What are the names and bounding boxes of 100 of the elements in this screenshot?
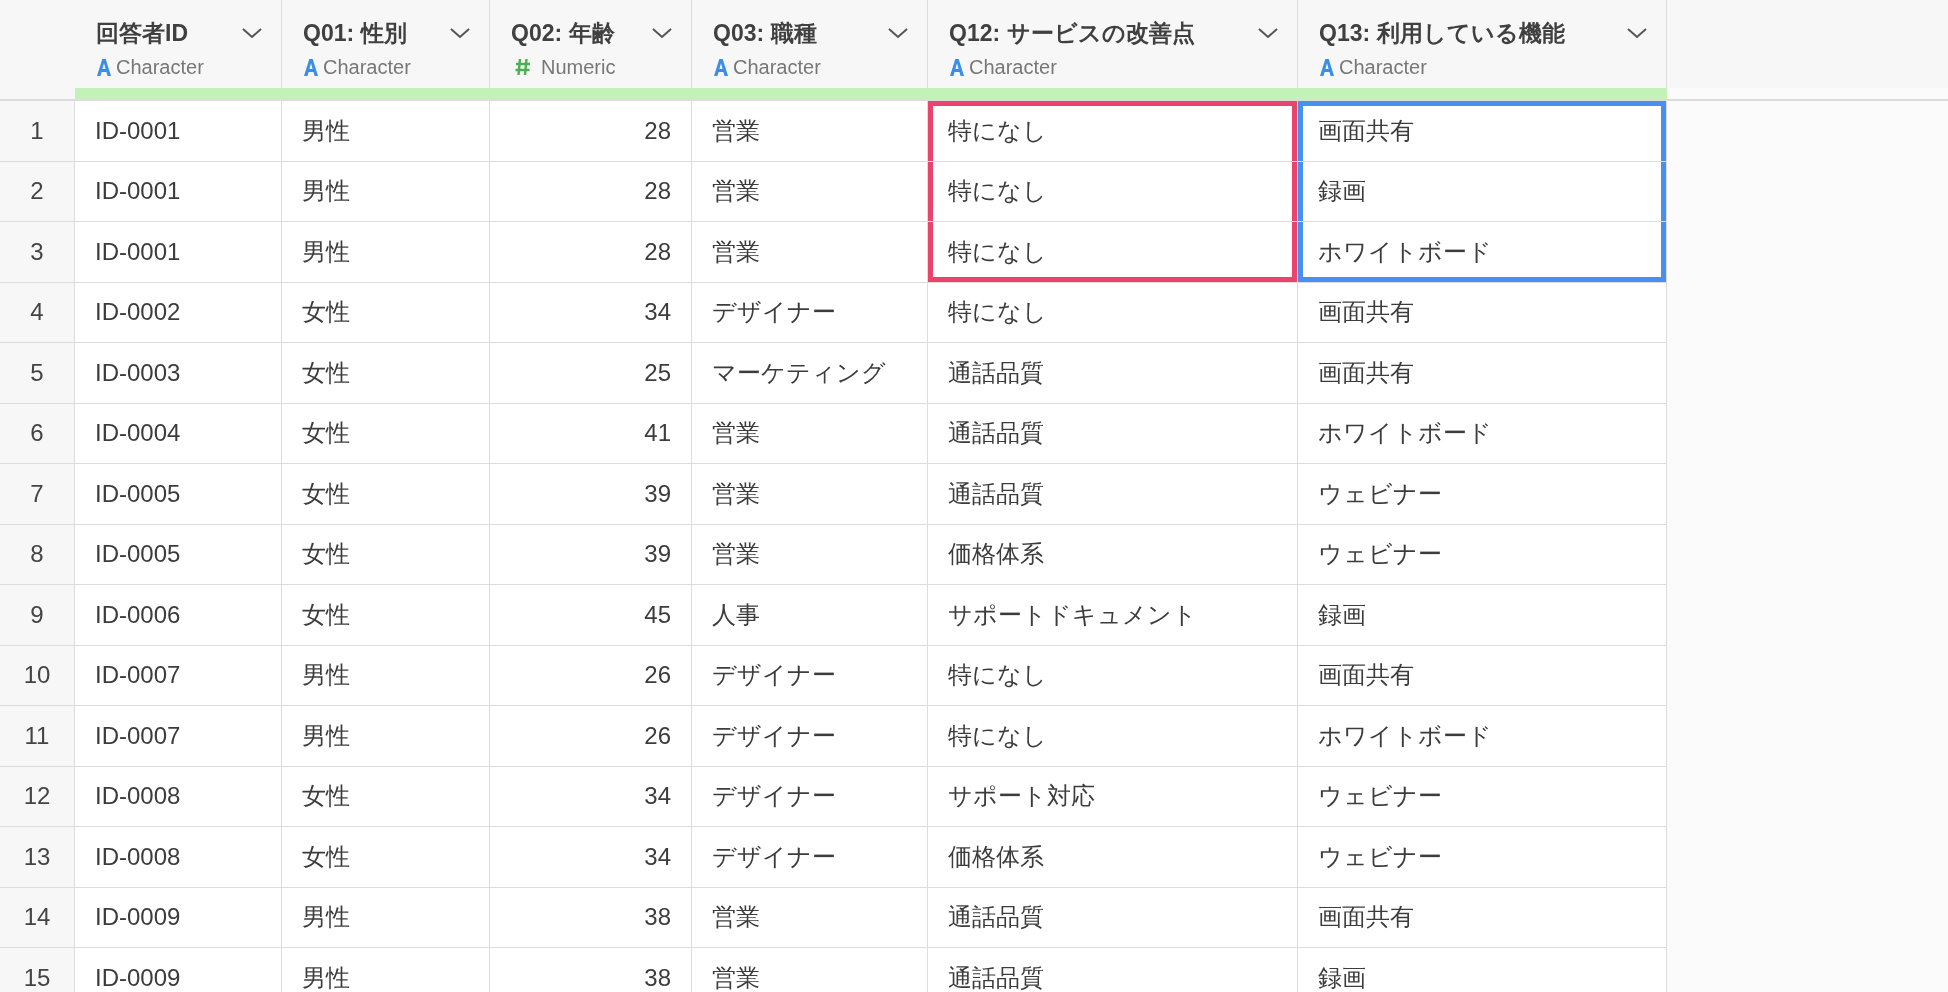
table-cell[interactable]: ID-0005 [75,524,282,585]
table-cell[interactable]: 女性 [282,464,490,525]
table-cell[interactable]: ホワイトボード [1298,706,1667,767]
table-cell[interactable]: マーケティング [692,343,928,404]
table-cell[interactable]: 26 [490,706,692,767]
table-cell[interactable]: 通話品質 [928,343,1298,404]
table-cell[interactable]: ウェビナー [1298,827,1667,888]
table-cell[interactable]: ホワイトボード [1298,403,1667,464]
row-number: 7 [0,464,75,525]
table-cell[interactable]: デザイナー [692,282,928,343]
table-cell[interactable]: 営業 [692,161,928,222]
table-cell[interactable]: ウェビナー [1298,464,1667,525]
table-cell[interactable]: 38 [490,887,692,948]
table-cell[interactable]: ID-0007 [75,706,282,767]
table-cell[interactable]: 女性 [282,343,490,404]
chevron-down-icon[interactable] [651,26,673,41]
table-cell[interactable]: 価格体系 [928,827,1298,888]
table-cell[interactable]: 女性 [282,403,490,464]
table-cell[interactable]: 画面共有 [1298,343,1667,404]
table-cell[interactable]: 女性 [282,282,490,343]
table-cell[interactable]: ID-0009 [75,948,282,992]
table-cell[interactable]: ID-0001 [75,222,282,283]
row-number: 6 [0,403,75,464]
table-cell[interactable]: サポート対応 [928,766,1298,827]
table-cell[interactable]: 営業 [692,948,928,992]
table-cell[interactable]: 女性 [282,585,490,646]
table-cell[interactable]: 営業 [692,524,928,585]
table-cell[interactable]: 通話品質 [928,948,1298,992]
table-cell[interactable]: 男性 [282,101,490,162]
table-cell[interactable]: 特になし [928,161,1298,222]
table-cell[interactable]: ID-0006 [75,585,282,646]
table-cell[interactable]: 34 [490,282,692,343]
table-cell[interactable]: 39 [490,524,692,585]
table-cell[interactable]: 特になし [928,222,1298,283]
row-number: 5 [0,343,75,404]
table-cell[interactable]: 38 [490,948,692,992]
table-cell[interactable]: ID-0003 [75,343,282,404]
table-cell[interactable]: 営業 [692,222,928,283]
table-cell[interactable]: デザイナー [692,645,928,706]
table-cell[interactable]: サポートドキュメント [928,585,1298,646]
table-cell[interactable]: ID-0001 [75,161,282,222]
table-cell[interactable]: 26 [490,645,692,706]
chevron-down-icon[interactable] [1257,26,1279,41]
table-cell[interactable]: 41 [490,403,692,464]
chevron-down-icon[interactable] [1626,26,1648,41]
table-cell[interactable]: 特になし [928,101,1298,162]
table-cell[interactable]: 画面共有 [1298,887,1667,948]
table-cell[interactable]: 画面共有 [1298,645,1667,706]
table-cell[interactable]: 録画 [1298,585,1667,646]
chevron-down-icon[interactable] [449,26,471,41]
table-cell[interactable]: 34 [490,827,692,888]
table-cell[interactable]: ID-0004 [75,403,282,464]
table-cell[interactable]: ID-0009 [75,887,282,948]
chevron-down-icon[interactable] [241,26,263,41]
table-cell[interactable]: 価格体系 [928,524,1298,585]
table-cell[interactable]: 男性 [282,645,490,706]
table-cell[interactable]: ID-0001 [75,101,282,162]
table-cell[interactable]: 女性 [282,524,490,585]
table-cell[interactable]: 女性 [282,827,490,888]
table-cell[interactable]: 通話品質 [928,403,1298,464]
table-cell[interactable]: 営業 [692,464,928,525]
table-cell[interactable]: 男性 [282,706,490,767]
table-cell[interactable]: 特になし [928,645,1298,706]
table-cell[interactable]: 39 [490,464,692,525]
table-cell[interactable]: 画面共有 [1298,282,1667,343]
table-cell[interactable]: 34 [490,766,692,827]
table-cell[interactable]: 男性 [282,887,490,948]
table-cell[interactable]: デザイナー [692,766,928,827]
table-cell[interactable]: ID-0008 [75,827,282,888]
table-cell[interactable]: 28 [490,222,692,283]
table-cell[interactable]: 25 [490,343,692,404]
table-cell[interactable]: ウェビナー [1298,524,1667,585]
table-cell[interactable]: ID-0002 [75,282,282,343]
table-cell[interactable]: 通話品質 [928,464,1298,525]
table-cell[interactable]: 男性 [282,948,490,992]
row-number: 8 [0,524,75,585]
table-cell[interactable]: ID-0005 [75,464,282,525]
table-cell[interactable]: デザイナー [692,706,928,767]
table-cell[interactable]: 営業 [692,101,928,162]
table-cell[interactable]: 録画 [1298,948,1667,992]
table-cell[interactable]: 営業 [692,403,928,464]
chevron-down-icon[interactable] [887,26,909,41]
table-cell[interactable]: 営業 [692,887,928,948]
table-cell[interactable]: 特になし [928,706,1298,767]
table-cell[interactable]: 男性 [282,222,490,283]
table-cell[interactable]: ホワイトボード [1298,222,1667,283]
table-cell[interactable]: デザイナー [692,827,928,888]
table-cell[interactable]: 45 [490,585,692,646]
table-cell[interactable]: ID-0008 [75,766,282,827]
table-cell[interactable]: ウェビナー [1298,766,1667,827]
table-cell[interactable]: 28 [490,161,692,222]
table-cell[interactable]: 特になし [928,282,1298,343]
table-cell[interactable]: 画面共有 [1298,101,1667,162]
table-cell[interactable]: 男性 [282,161,490,222]
table-cell[interactable]: 28 [490,101,692,162]
table-cell[interactable]: 通話品質 [928,887,1298,948]
table-cell[interactable]: ID-0007 [75,645,282,706]
table-cell[interactable]: 人事 [692,585,928,646]
table-cell[interactable]: 女性 [282,766,490,827]
table-cell[interactable]: 録画 [1298,161,1667,222]
